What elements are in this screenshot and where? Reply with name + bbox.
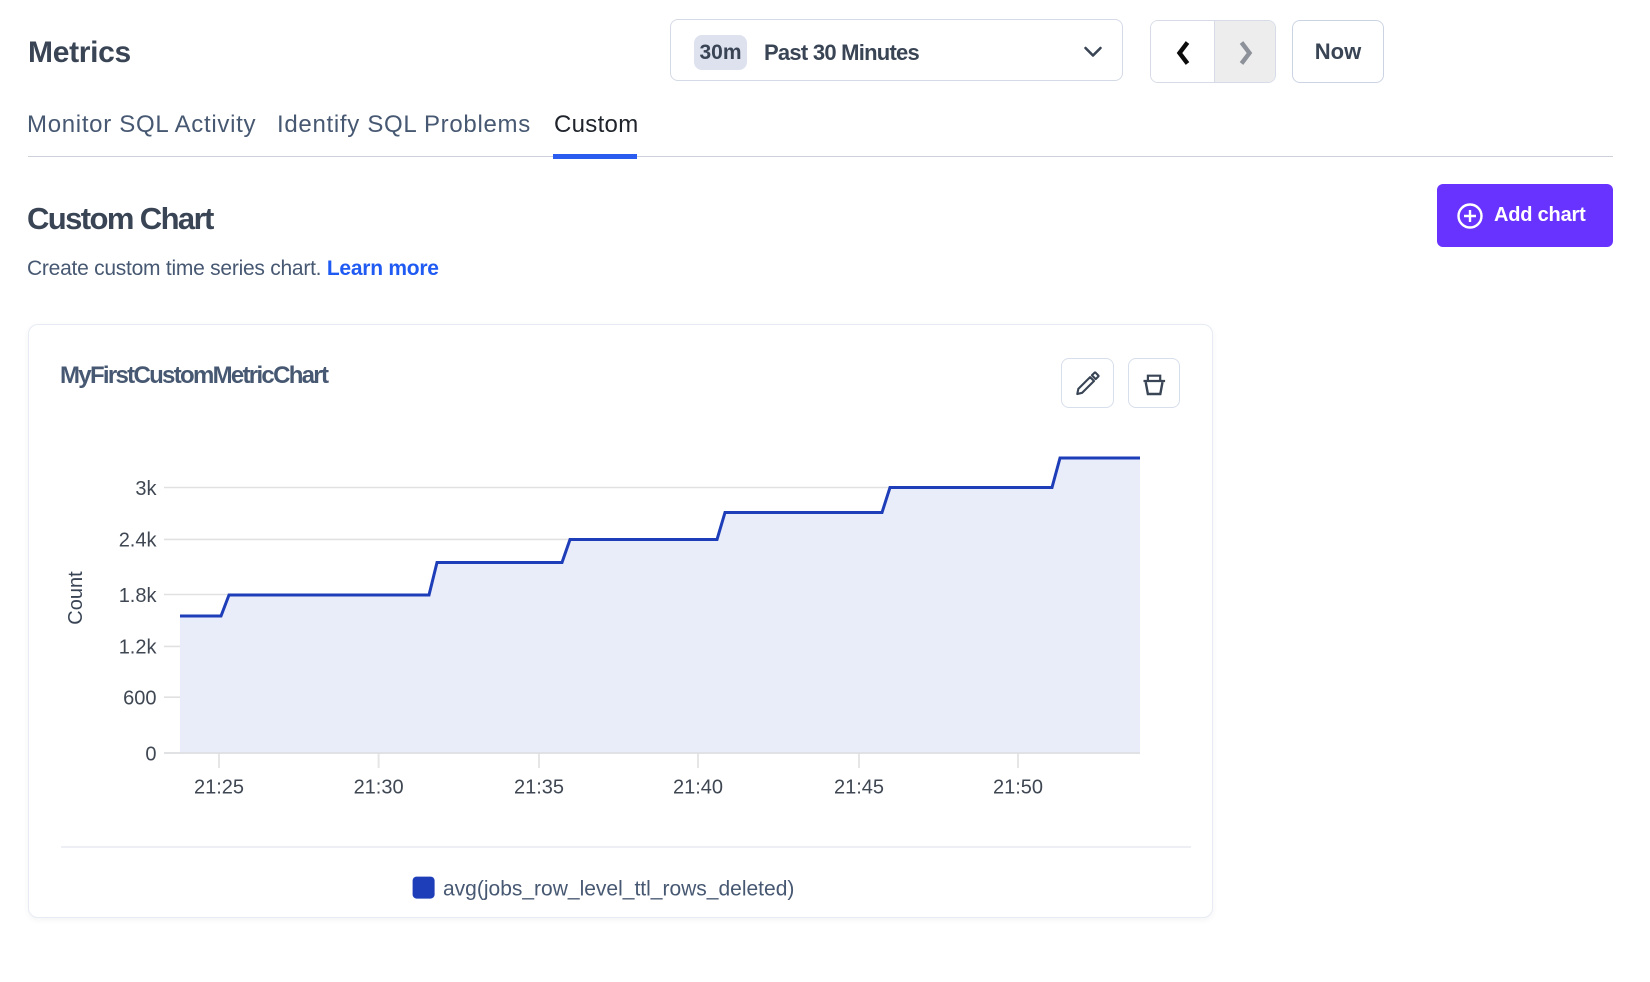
svg-text:21:40: 21:40 [673, 776, 723, 798]
svg-text:1.2k: 1.2k [119, 637, 158, 659]
svg-text:Count: Count [65, 571, 87, 625]
svg-text:21:50: 21:50 [993, 776, 1043, 798]
svg-text:600: 600 [123, 688, 156, 710]
svg-text:21:25: 21:25 [194, 776, 244, 798]
svg-text:2.4k: 2.4k [119, 530, 158, 552]
svg-text:avg(jobs_row_level_ttl_rows_de: avg(jobs_row_level_ttl_rows_deleted) [443, 877, 794, 900]
svg-text:0: 0 [145, 743, 156, 765]
svg-text:1.8k: 1.8k [119, 585, 158, 607]
svg-text:21:35: 21:35 [514, 776, 564, 798]
svg-text:3k: 3k [135, 478, 157, 500]
svg-text:21:45: 21:45 [834, 776, 884, 798]
svg-text:21:30: 21:30 [354, 776, 404, 798]
